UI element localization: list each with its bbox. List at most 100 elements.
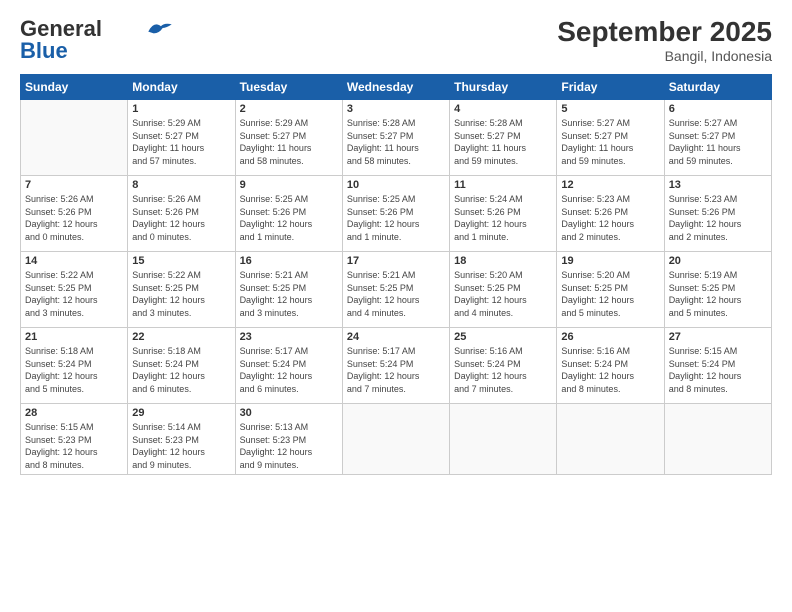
day-number: 4: [454, 103, 552, 115]
day-info: Sunrise: 5:17 AMSunset: 5:24 PMDaylight:…: [347, 345, 445, 395]
table-row: 2Sunrise: 5:29 AMSunset: 5:27 PMDaylight…: [235, 100, 342, 176]
day-info: Sunrise: 5:23 AMSunset: 5:26 PMDaylight:…: [669, 193, 767, 243]
table-row: 7 Sunrise: 5:26 AMSunset: 5:26 PMDaylight…: [21, 176, 128, 252]
day-number: 15: [132, 255, 230, 267]
day-number: 24: [347, 331, 445, 343]
day-info: Sunrise: 5:25 AMSunset: 5:26 PMDaylight:…: [347, 193, 445, 243]
table-row: 21 Sunrise: 5:18 AMSunset: 5:24 PMDayligh…: [21, 328, 128, 404]
day-info: Sunrise: 5:24 AMSunset: 5:26 PMDaylight:…: [454, 193, 552, 243]
day-info: Sunrise: 5:15 AMSunset: 5:24 PMDaylight:…: [669, 345, 767, 395]
table-row: 23 Sunrise: 5:17 AMSunset: 5:24 PMDayligh…: [235, 328, 342, 404]
table-row: 11 Sunrise: 5:24 AMSunset: 5:26 PMDayligh…: [450, 176, 557, 252]
day-number: 26: [561, 331, 659, 343]
day-info: Sunrise: 5:26 AMSunset: 5:26 PMDaylight:…: [132, 193, 230, 243]
day-number: 9: [240, 179, 338, 191]
logo: General Blue: [20, 16, 174, 64]
table-row: 8 Sunrise: 5:26 AMSunset: 5:26 PMDaylight…: [128, 176, 235, 252]
day-number: 19: [561, 255, 659, 267]
day-info: Sunrise: 5:27 AMSunset: 5:27 PMDaylight:…: [561, 117, 659, 167]
table-row: 6 Sunrise: 5:27 AMSunset: 5:27 PMDaylight…: [664, 100, 771, 176]
day-number: 29: [132, 407, 230, 419]
day-number: 28: [25, 407, 123, 419]
table-row: 4 Sunrise: 5:28 AMSunset: 5:27 PMDaylight…: [450, 100, 557, 176]
table-row: 1 Sunrise: 5:29 AMSunset: 5:27 PMDaylight…: [128, 100, 235, 176]
table-row: 19 Sunrise: 5:20 AMSunset: 5:25 PMDayligh…: [557, 252, 664, 328]
day-number: 21: [25, 331, 123, 343]
day-info: Sunrise: 5:22 AMSunset: 5:25 PMDaylight:…: [132, 269, 230, 319]
day-info: Sunrise: 5:18 AMSunset: 5:24 PMDaylight:…: [132, 345, 230, 395]
table-row: 16 Sunrise: 5:21 AMSunset: 5:25 PMDayligh…: [235, 252, 342, 328]
table-row: [21, 100, 128, 176]
day-info: Sunrise: 5:16 AMSunset: 5:24 PMDaylight:…: [561, 345, 659, 395]
table-row: 25 Sunrise: 5:16 AMSunset: 5:24 PMDayligh…: [450, 328, 557, 404]
day-info: Sunrise: 5:22 AMSunset: 5:25 PMDaylight:…: [25, 269, 123, 319]
day-info: Sunrise: 5:29 AMSunset: 5:27 PMDaylight:…: [240, 117, 338, 167]
table-row: 12Sunrise: 5:23 AMSunset: 5:26 PMDayligh…: [557, 176, 664, 252]
day-info: Sunrise: 5:18 AMSunset: 5:24 PMDaylight:…: [25, 345, 123, 395]
col-thursday: Thursday: [450, 75, 557, 100]
day-number: 6: [669, 103, 767, 115]
table-row: 29 Sunrise: 5:14 AMSunset: 5:23 PMDayligh…: [128, 404, 235, 475]
col-sunday: Sunday: [21, 75, 128, 100]
day-number: 5: [561, 103, 659, 115]
logo-blue: Blue: [20, 38, 68, 64]
day-number: 22: [132, 331, 230, 343]
day-number: 3: [347, 103, 445, 115]
day-info: Sunrise: 5:21 AMSunset: 5:25 PMDaylight:…: [240, 269, 338, 319]
day-info: Sunrise: 5:27 AMSunset: 5:27 PMDaylight:…: [669, 117, 767, 167]
table-row: 5 Sunrise: 5:27 AMSunset: 5:27 PMDaylight…: [557, 100, 664, 176]
day-number: 20: [669, 255, 767, 267]
day-info: Sunrise: 5:21 AMSunset: 5:25 PMDaylight:…: [347, 269, 445, 319]
table-row: 20 Sunrise: 5:19 AMSunset: 5:25 PMDayligh…: [664, 252, 771, 328]
table-row: [450, 404, 557, 475]
table-row: [557, 404, 664, 475]
table-row: 27Sunrise: 5:15 AMSunset: 5:24 PMDayligh…: [664, 328, 771, 404]
table-row: [342, 404, 449, 475]
day-info: Sunrise: 5:20 AMSunset: 5:25 PMDaylight:…: [561, 269, 659, 319]
day-info: Sunrise: 5:14 AMSunset: 5:23 PMDaylight:…: [132, 421, 230, 471]
table-row: 13 Sunrise: 5:23 AMSunset: 5:26 PMDayligh…: [664, 176, 771, 252]
table-row: 28 Sunrise: 5:15 AMSunset: 5:23 PMDayligh…: [21, 404, 128, 475]
day-info: Sunrise: 5:28 AMSunset: 5:27 PMDaylight:…: [454, 117, 552, 167]
calendar-header-row: Sunday Monday Tuesday Wednesday Thursday…: [21, 75, 772, 100]
col-friday: Friday: [557, 75, 664, 100]
table-row: 14 Sunrise: 5:22 AMSunset: 5:25 PMDayligh…: [21, 252, 128, 328]
day-info: Sunrise: 5:17 AMSunset: 5:24 PMDaylight:…: [240, 345, 338, 395]
day-number: 10: [347, 179, 445, 191]
day-number: 8: [132, 179, 230, 191]
table-row: 15 Sunrise: 5:22 AMSunset: 5:25 PMDayligh…: [128, 252, 235, 328]
col-saturday: Saturday: [664, 75, 771, 100]
table-row: 3Sunrise: 5:28 AMSunset: 5:27 PMDaylight…: [342, 100, 449, 176]
day-number: 25: [454, 331, 552, 343]
day-info: Sunrise: 5:16 AMSunset: 5:24 PMDaylight:…: [454, 345, 552, 395]
day-number: 1: [132, 103, 230, 115]
day-info: Sunrise: 5:26 AMSunset: 5:26 PMDaylight:…: [25, 193, 123, 243]
calendar-title: September 2025: [557, 16, 772, 48]
day-number: 12: [561, 179, 659, 191]
table-row: 9 Sunrise: 5:25 AMSunset: 5:26 PMDaylight…: [235, 176, 342, 252]
day-info: Sunrise: 5:15 AMSunset: 5:23 PMDaylight:…: [25, 421, 123, 471]
calendar-subtitle: Bangil, Indonesia: [557, 48, 772, 64]
day-number: 23: [240, 331, 338, 343]
logo-bird-icon: [146, 19, 174, 37]
day-number: 14: [25, 255, 123, 267]
col-tuesday: Tuesday: [235, 75, 342, 100]
day-number: 30: [240, 407, 338, 419]
col-wednesday: Wednesday: [342, 75, 449, 100]
table-row: 24 Sunrise: 5:17 AMSunset: 5:24 PMDayligh…: [342, 328, 449, 404]
table-row: 30 Sunrise: 5:13 AMSunset: 5:23 PMDayligh…: [235, 404, 342, 475]
table-row: 26 Sunrise: 5:16 AMSunset: 5:24 PMDayligh…: [557, 328, 664, 404]
calendar-table: Sunday Monday Tuesday Wednesday Thursday…: [20, 74, 772, 475]
day-info: Sunrise: 5:29 AMSunset: 5:27 PMDaylight:…: [132, 117, 230, 167]
day-number: 13: [669, 179, 767, 191]
day-number: 11: [454, 179, 552, 191]
day-info: Sunrise: 5:19 AMSunset: 5:25 PMDaylight:…: [669, 269, 767, 319]
table-row: 17Sunrise: 5:21 AMSunset: 5:25 PMDayligh…: [342, 252, 449, 328]
day-number: 16: [240, 255, 338, 267]
day-info: Sunrise: 5:25 AMSunset: 5:26 PMDaylight:…: [240, 193, 338, 243]
col-monday: Monday: [128, 75, 235, 100]
day-number: 7: [25, 179, 123, 191]
title-block: September 2025 Bangil, Indonesia: [557, 16, 772, 64]
day-info: Sunrise: 5:13 AMSunset: 5:23 PMDaylight:…: [240, 421, 338, 471]
day-info: Sunrise: 5:20 AMSunset: 5:25 PMDaylight:…: [454, 269, 552, 319]
